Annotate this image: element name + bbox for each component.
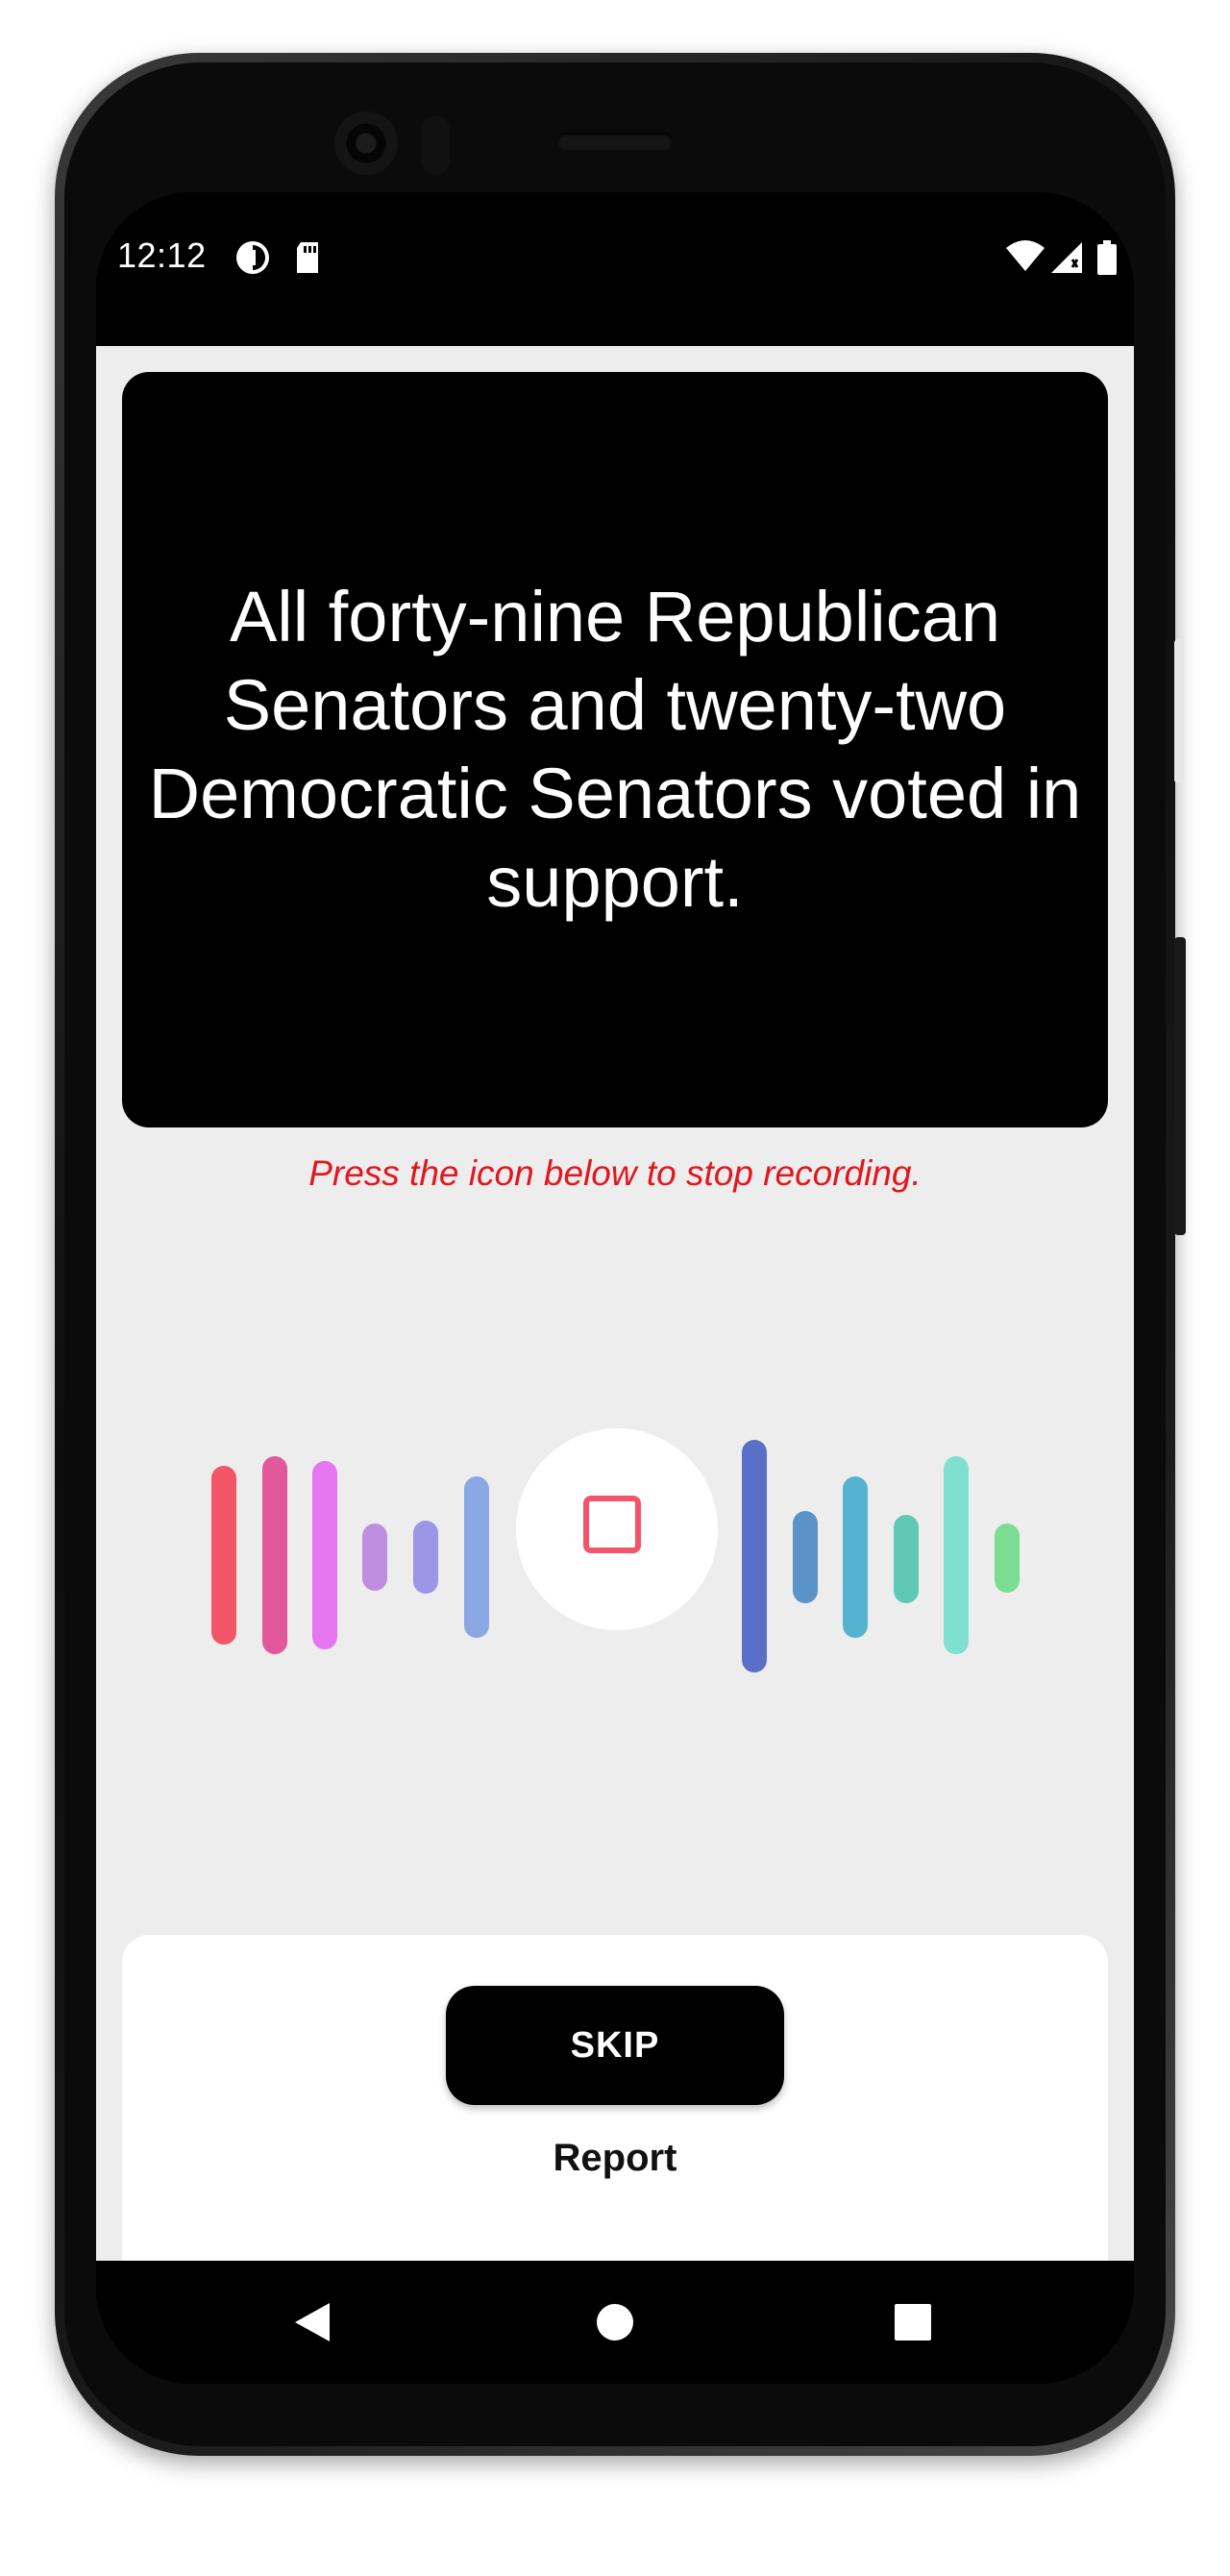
wave-bar (995, 1523, 1020, 1593)
recents-button[interactable] (855, 2261, 971, 2384)
back-icon (295, 2303, 330, 2341)
wave-bar (464, 1476, 489, 1638)
side-button-upper (1174, 639, 1184, 783)
wave-bar (894, 1515, 919, 1603)
sd-card-icon (293, 238, 322, 282)
data-saver-icon (234, 238, 272, 282)
navigation-bar (96, 2261, 1134, 2384)
prompt-card: All forty-nine Republican Senators and t… (122, 372, 1108, 1127)
skip-button[interactable]: SKIP (446, 1986, 784, 2105)
earpiece-speaker (557, 133, 673, 150)
wave-bar (312, 1461, 337, 1649)
power-button (1174, 937, 1186, 1235)
wave-bar (843, 1476, 868, 1638)
wave-bar (362, 1523, 387, 1591)
wave-bar (413, 1521, 438, 1594)
stop-recording-button[interactable] (516, 1428, 718, 1630)
battery-icon (1095, 238, 1119, 282)
status-time: 12:12 (117, 235, 207, 275)
status-bar: 12:12 (96, 192, 1134, 346)
wave-bar (944, 1456, 969, 1654)
recording-screen: All forty-nine Republican Senators and t… (96, 346, 1134, 2319)
home-button[interactable] (557, 2261, 673, 2384)
prompt-sentence: All forty-nine Republican Senators and t… (148, 577, 1082, 922)
report-link[interactable]: Report (122, 2137, 1108, 2180)
recording-instruction: Press the icon below to stop recording. (308, 1153, 922, 1193)
recents-icon (895, 2304, 931, 2341)
proximity-sensor (421, 115, 450, 175)
wave-bar (211, 1466, 236, 1645)
wave-bar (793, 1511, 818, 1603)
wifi-icon (1004, 238, 1046, 282)
home-icon (597, 2304, 633, 2341)
wave-bar (262, 1456, 287, 1654)
back-button[interactable] (255, 2261, 370, 2384)
screen: 12:12 All forty-nine Republican Senators… (96, 192, 1134, 2384)
cell-signal-icon (1047, 238, 1086, 282)
front-camera (334, 111, 398, 175)
stop-icon (583, 1496, 641, 1553)
wave-bar (742, 1440, 767, 1672)
